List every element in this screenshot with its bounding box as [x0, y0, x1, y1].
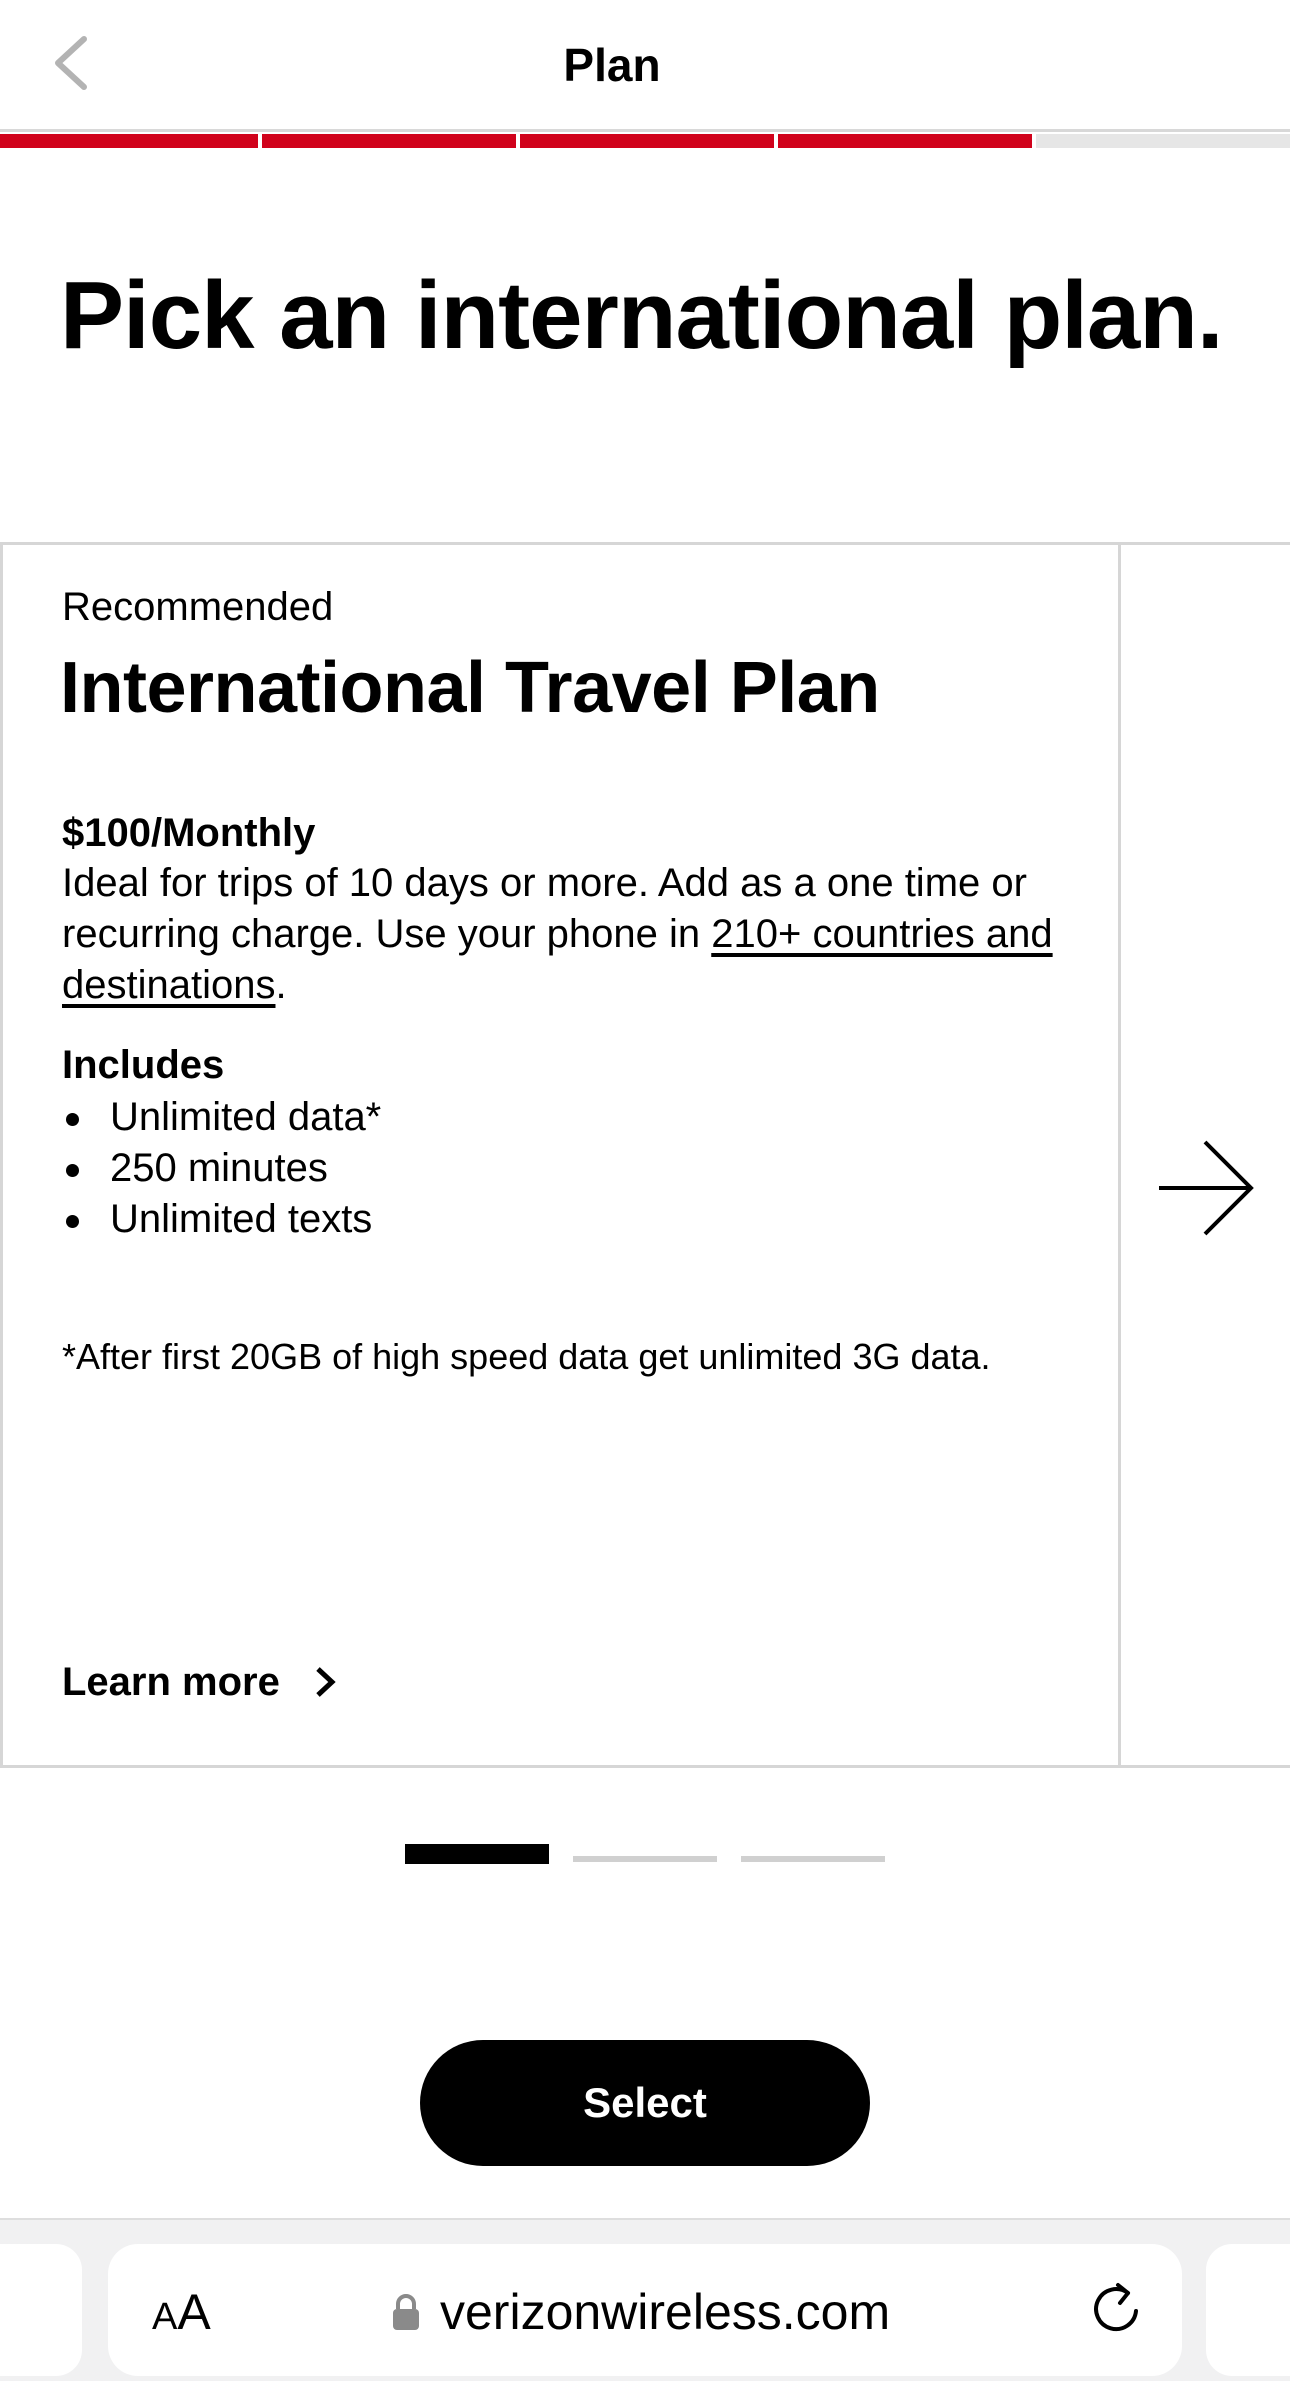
previous-tab-peek[interactable]: [0, 2244, 82, 2376]
carousel-next-button[interactable]: [1150, 1140, 1260, 1240]
description-suffix: .: [275, 963, 287, 1007]
progress-divider: [1032, 134, 1036, 148]
includes-heading: Includes: [62, 1043, 225, 1087]
next-tab-peek[interactable]: [1206, 2244, 1290, 2376]
data-footnote: *After first 20GB of high speed data get…: [62, 1336, 991, 1377]
chevron-right-icon: [310, 1665, 338, 1699]
list-item: 250 minutes: [62, 1143, 381, 1194]
progress-divider: [516, 134, 520, 148]
text-size-button[interactable]: AA: [152, 2282, 211, 2347]
plan-price: $100/Monthly: [62, 811, 316, 855]
learn-more-link[interactable]: Learn more: [62, 1654, 338, 1710]
arrow-right-icon: [1155, 1138, 1255, 1243]
carousel-dot-2[interactable]: [573, 1856, 717, 1862]
url-text: verizonwireless.com: [440, 2284, 891, 2340]
progress-divider: [774, 134, 778, 148]
lock-icon: [392, 2293, 420, 2331]
includes-list: Unlimited data* 250 minutes Unlimited te…: [62, 1092, 381, 1245]
url-display[interactable]: verizonwireless.com: [392, 2280, 890, 2344]
select-button[interactable]: Select: [420, 2040, 870, 2166]
step-progress-bar: [0, 134, 1290, 148]
page-title: Pick an international plan.: [60, 262, 1224, 369]
aa-small: A: [152, 2296, 178, 2338]
list-item: Unlimited texts: [62, 1194, 381, 1245]
progress-divider: [258, 134, 262, 148]
plan-description: Ideal for trips of 10 days or more. Add …: [62, 858, 1062, 1011]
recommended-label: Recommended: [62, 585, 334, 629]
carousel-dot-1[interactable]: [405, 1844, 549, 1864]
page-header-title: Plan: [563, 39, 661, 91]
learn-more-label: Learn more: [62, 1660, 280, 1704]
aa-large: A: [177, 2284, 211, 2340]
carousel-dot-3[interactable]: [741, 1856, 885, 1862]
list-item: Unlimited data*: [62, 1092, 381, 1143]
plan-name: International Travel Plan: [60, 648, 880, 728]
reload-button[interactable]: [1086, 2274, 1146, 2344]
reload-icon: [1090, 2279, 1142, 2340]
